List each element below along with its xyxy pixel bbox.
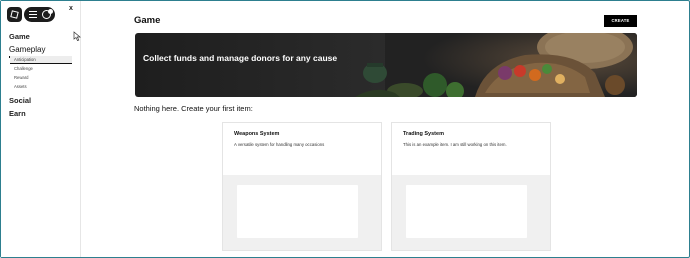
- sidebar-item-challenge[interactable]: Challenge: [10, 65, 72, 73]
- hamburger-icon[interactable]: [29, 11, 37, 18]
- banner-headline: Collect funds and manage donors for any …: [143, 53, 338, 63]
- card-title: Weapons System: [234, 131, 280, 137]
- sidebar: x Game Gameplay Anticipation Challenge R…: [1, 1, 81, 257]
- item-card-trading[interactable]: Trading System This is an example item. …: [391, 122, 551, 251]
- nav-section-game[interactable]: Game: [9, 32, 30, 41]
- sidebar-item-assets[interactable]: Assets: [10, 83, 72, 91]
- sidebar-item-reward[interactable]: Reward: [10, 74, 72, 82]
- nav-section-social[interactable]: Social: [9, 96, 31, 105]
- close-button[interactable]: x: [69, 5, 73, 12]
- create-button[interactable]: CREATE: [604, 15, 637, 27]
- card-header: Weapons System A versatile system for ha…: [223, 123, 381, 175]
- card-description: This is an example item. I am still work…: [403, 142, 507, 147]
- cursor-icon: [73, 31, 81, 41]
- empty-state-message: Nothing here. Create your first item:: [134, 104, 253, 113]
- card-header: Trading System This is an example item. …: [392, 123, 550, 175]
- nav-section-gameplay[interactable]: Gameplay: [9, 45, 45, 54]
- sidebar-item-anticipation[interactable]: Anticipation: [10, 56, 72, 64]
- menu-toggle-pill[interactable]: [24, 7, 55, 22]
- nav-section-earn[interactable]: Earn: [9, 109, 26, 118]
- page-title: Game: [134, 15, 161, 26]
- notification-badge: [48, 9, 53, 14]
- hero-banner: Collect funds and manage donors for any …: [135, 33, 637, 97]
- card-image-placeholder: [237, 185, 358, 238]
- card-title: Trading System: [403, 131, 444, 137]
- roblox-logo-icon[interactable]: [7, 7, 22, 22]
- card-description: A versatile system for handling many occ…: [234, 142, 325, 147]
- banner-food-image: [355, 33, 637, 97]
- item-card-weapons[interactable]: Weapons System A versatile system for ha…: [222, 122, 382, 251]
- card-image-placeholder: [406, 185, 527, 238]
